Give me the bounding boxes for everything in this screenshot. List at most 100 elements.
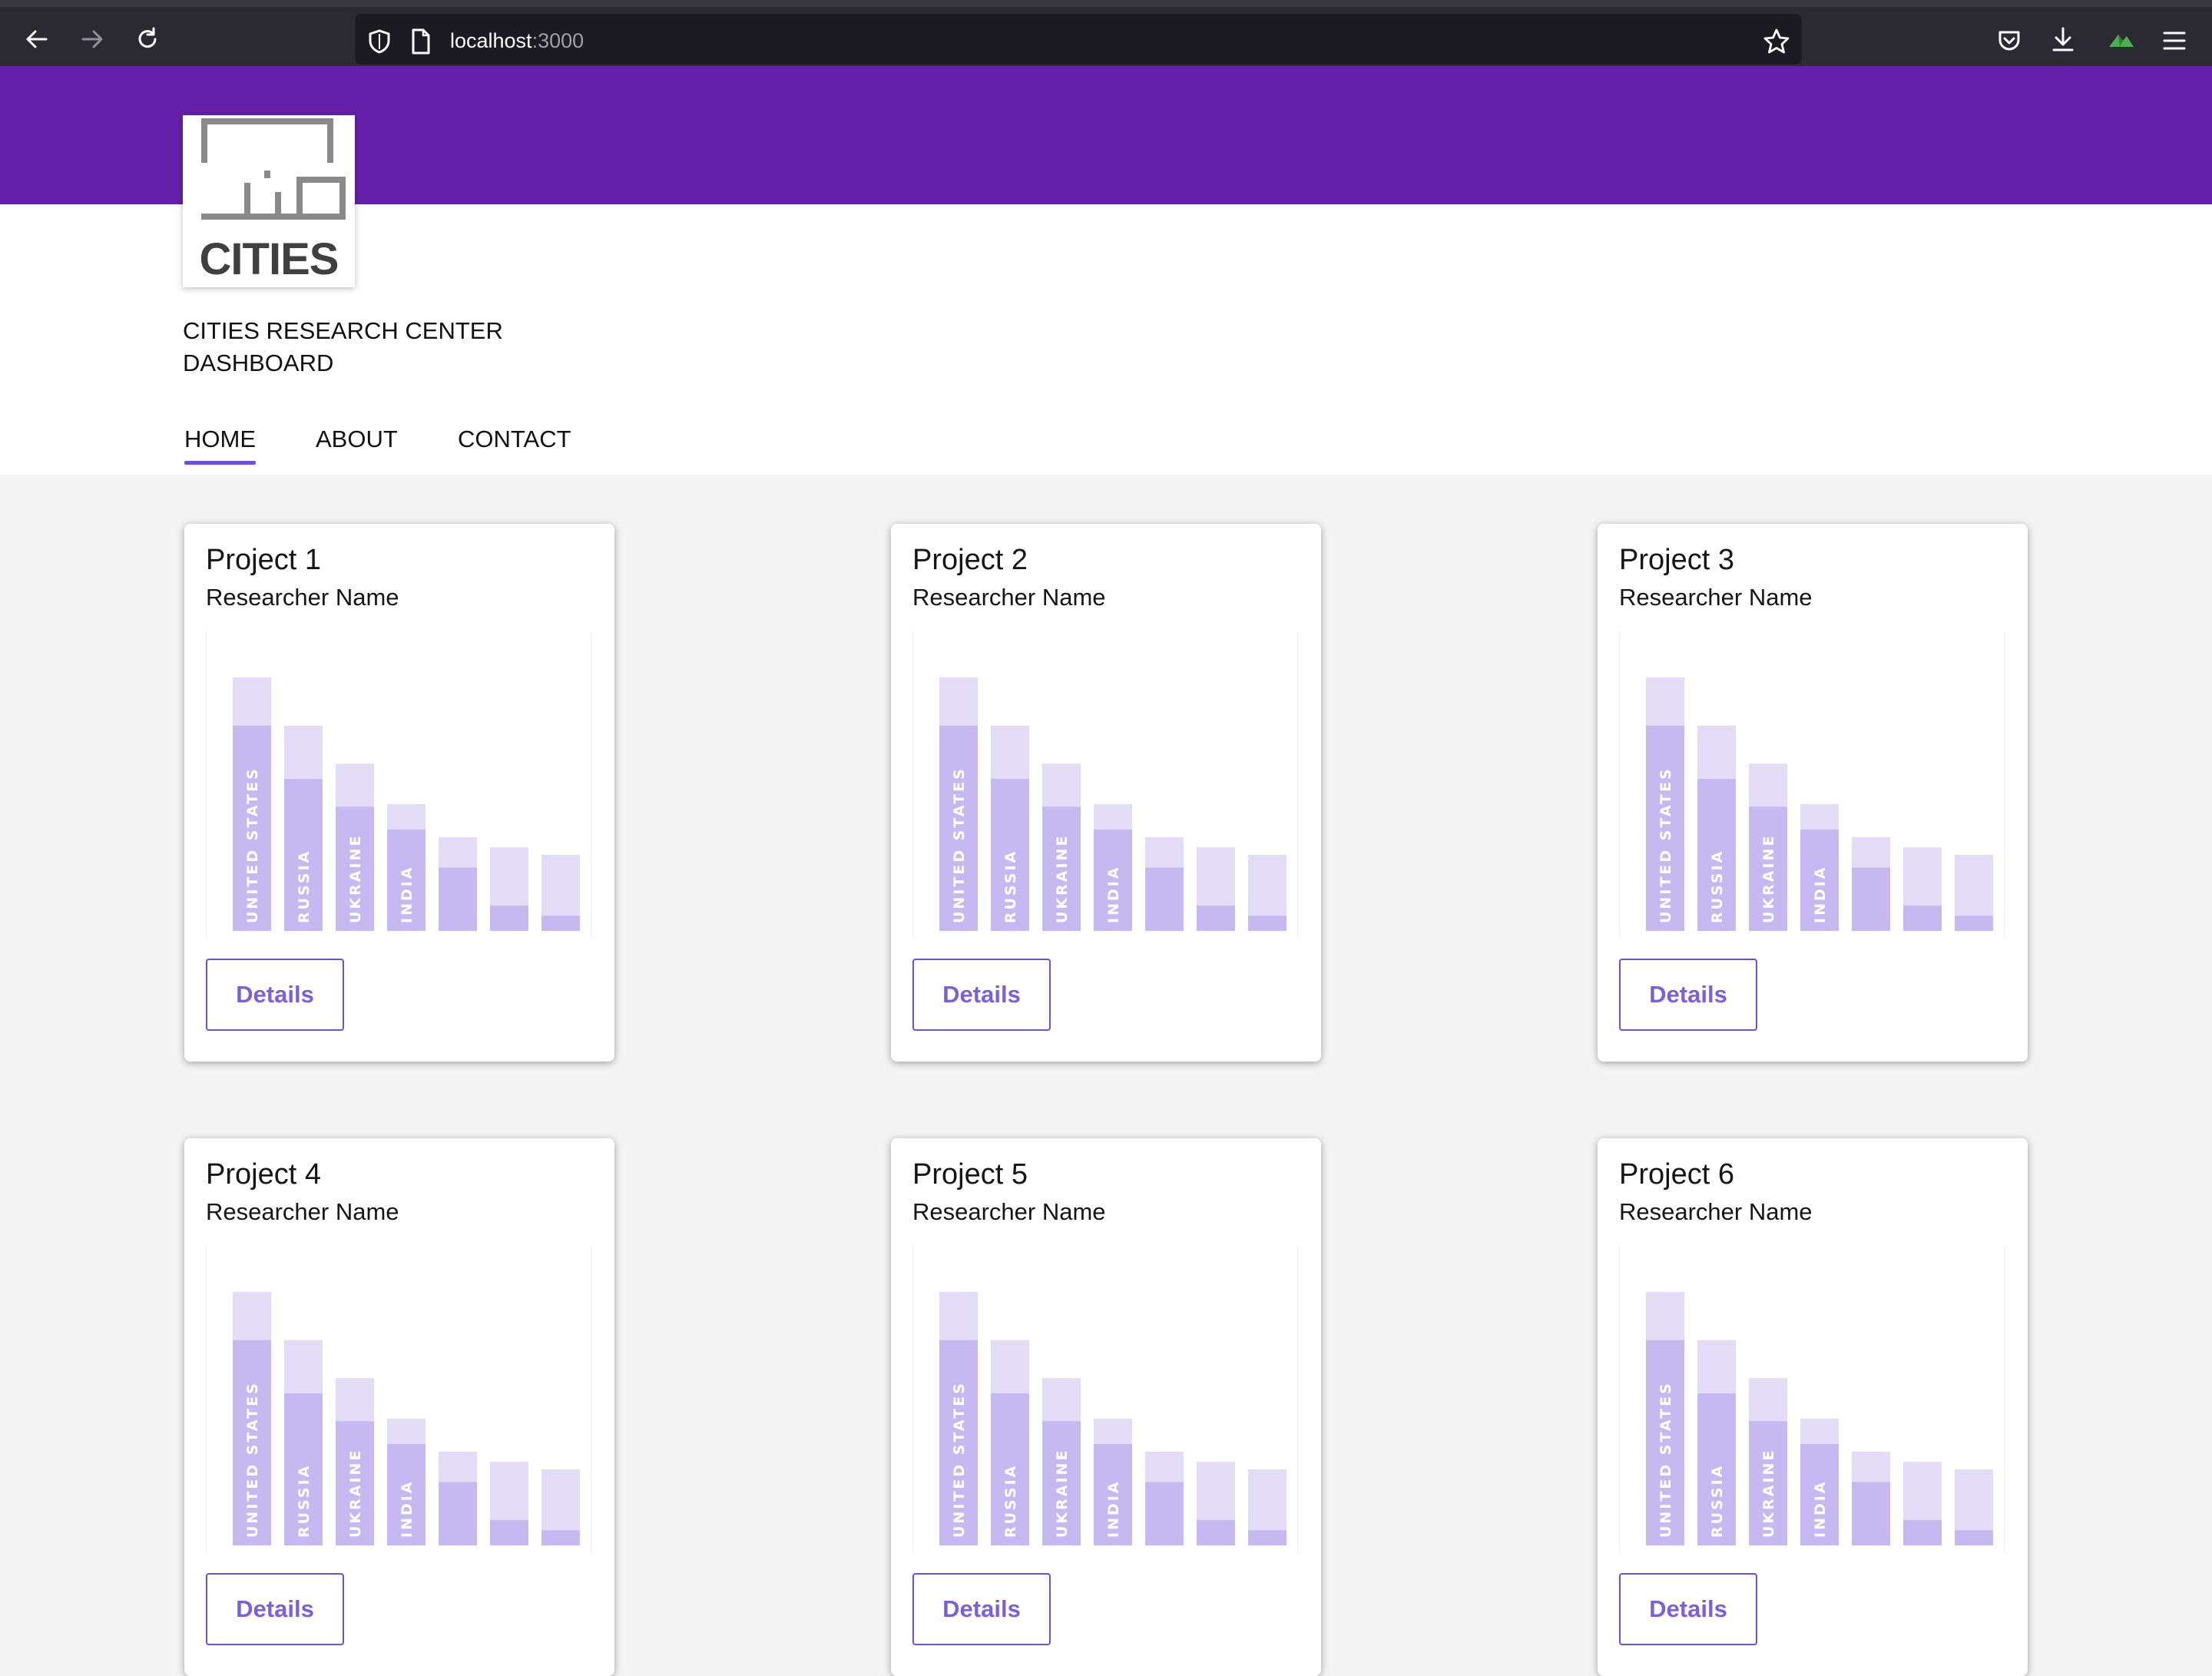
logo-mark	[201, 118, 346, 220]
researcher-name: Researcher Name	[1619, 584, 1813, 611]
bar-label: UKRAINE	[347, 1449, 364, 1538]
researcher-name: Researcher Name	[206, 584, 399, 611]
project-chart: UNITED STATES RUSSIA UKRAINE INDIA	[1619, 631, 2005, 939]
bar-value	[439, 867, 477, 931]
bar-label: UKRAINE	[1054, 834, 1071, 923]
site-title: CITIES RESEARCH CENTER DASHBOARD	[183, 315, 503, 379]
bar-label: INDIA	[399, 865, 416, 923]
bar-label: RUSSIA	[296, 850, 313, 923]
details-button[interactable]: Details	[912, 959, 1051, 1031]
bar-label: RUSSIA	[1002, 1464, 1019, 1538]
back-icon[interactable]	[23, 25, 51, 53]
project-card: Project 1 Researcher Name UNITED STATES RUS…	[184, 524, 614, 1062]
bar-label: UNITED STATES	[951, 1381, 968, 1538]
menu-icon[interactable]	[2161, 28, 2187, 53]
bar-label: RUSSIA	[1002, 850, 1019, 923]
site-title-line-1: CITIES RESEARCH CENTER	[183, 317, 503, 344]
bar-value	[490, 1520, 528, 1545]
bar-chart: UNITED STATES RUSSIA UKRAINE INDIA	[939, 677, 1286, 931]
download-icon[interactable]	[2049, 25, 2077, 55]
bookmark-star-icon[interactable]	[1762, 27, 1791, 56]
project-title: Project 4	[206, 1158, 321, 1191]
bar-value	[1955, 916, 1993, 931]
bar-label: UNITED STATES	[244, 767, 261, 923]
bar-value	[541, 1530, 580, 1545]
bar-label: INDIA	[399, 1479, 416, 1538]
bar-value	[541, 916, 580, 931]
project-chart: UNITED STATES RUSSIA UKRAINE INDIA	[1619, 1246, 2005, 1553]
logo-text: CITIES	[199, 234, 339, 284]
bar-chart: UNITED STATES RUSSIA UKRAINE INDIA	[1646, 677, 1993, 931]
details-button[interactable]: Details	[206, 1573, 344, 1645]
shield-icon[interactable]	[366, 28, 393, 55]
bar-value	[1852, 1482, 1890, 1545]
nav-about[interactable]: ABOUT	[316, 426, 398, 453]
site-title-line-2: DASHBOARD	[183, 349, 334, 376]
reload-icon[interactable]	[134, 25, 161, 53]
bar-value	[1903, 906, 1942, 931]
bar-label: UNITED STATES	[951, 767, 968, 923]
project-title: Project 3	[1619, 544, 1734, 576]
nav-contact[interactable]: CONTACT	[458, 426, 571, 453]
project-card: Project 4 Researcher Name UNITED STATES RUS…	[184, 1138, 614, 1676]
project-card: Project 3 Researcher Name UNITED STATES RUS…	[1598, 524, 2028, 1062]
bar-value	[490, 906, 528, 931]
bar-value	[1197, 1520, 1235, 1545]
bar-label: INDIA	[1812, 865, 1829, 923]
bar-value	[1248, 916, 1286, 931]
bar-value	[1955, 1530, 1993, 1545]
bar-label: UNITED STATES	[244, 1381, 261, 1538]
project-card: Project 2 Researcher Name UNITED STATES RUS…	[891, 524, 1321, 1062]
browser-toolbar: localhost:3000	[0, 0, 2212, 66]
bar-label: INDIA	[1105, 865, 1122, 923]
bar-label: UKRAINE	[1760, 834, 1777, 923]
bar-label: RUSSIA	[296, 1464, 313, 1538]
forward-icon[interactable]	[78, 25, 106, 53]
bar-label: UKRAINE	[347, 834, 364, 923]
researcher-name: Researcher Name	[206, 1198, 399, 1225]
bar-label: INDIA	[1105, 1479, 1122, 1538]
bar-chart: UNITED STATES RUSSIA UKRAINE INDIA	[233, 677, 580, 931]
project-title: Project 2	[912, 544, 1028, 576]
project-card: Project 5 Researcher Name UNITED STATES RUS…	[891, 1138, 1321, 1676]
project-title: Project 5	[912, 1158, 1028, 1191]
researcher-name: Researcher Name	[1619, 1198, 1813, 1225]
pocket-icon[interactable]	[1995, 27, 2023, 55]
bar-value	[1145, 1482, 1184, 1545]
bar-chart: UNITED STATES RUSSIA UKRAINE INDIA	[939, 1292, 1286, 1545]
project-card: Project 6 Researcher Name UNITED STATES RUS…	[1598, 1138, 2028, 1676]
cities-logo[interactable]: CITIES	[183, 115, 355, 287]
project-title: Project 6	[1619, 1158, 1734, 1191]
bar-value	[439, 1482, 477, 1545]
extension-icon[interactable]	[2106, 28, 2137, 51]
researcher-name: Researcher Name	[912, 1198, 1106, 1225]
bar-label: RUSSIA	[1709, 1464, 1726, 1538]
bar-label: UNITED STATES	[1657, 1381, 1674, 1538]
details-button[interactable]: Details	[1619, 1573, 1757, 1645]
details-button[interactable]: Details	[912, 1573, 1051, 1645]
bar-value	[1197, 906, 1235, 931]
project-chart: UNITED STATES RUSSIA UKRAINE INDIA	[912, 1246, 1298, 1553]
page-icon	[412, 28, 430, 55]
details-button[interactable]: Details	[1619, 959, 1757, 1031]
bar-label: INDIA	[1812, 1479, 1829, 1538]
nav-home[interactable]: HOME	[184, 426, 256, 465]
bar-value	[1145, 867, 1184, 931]
url-text: localhost:3000	[450, 27, 584, 55]
bar-chart: UNITED STATES RUSSIA UKRAINE INDIA	[233, 1292, 580, 1545]
url-port: :3000	[531, 29, 584, 52]
researcher-name: Researcher Name	[912, 584, 1106, 611]
project-chart: UNITED STATES RUSSIA UKRAINE INDIA	[912, 631, 1298, 939]
project-chart: UNITED STATES RUSSIA UKRAINE INDIA	[206, 631, 591, 939]
project-chart: UNITED STATES RUSSIA UKRAINE INDIA	[206, 1246, 591, 1553]
bar-label: UKRAINE	[1054, 1449, 1071, 1538]
project-title: Project 1	[206, 544, 321, 576]
bar-value	[1903, 1520, 1942, 1545]
details-button[interactable]: Details	[206, 959, 344, 1031]
bar-value	[1852, 867, 1890, 931]
bar-label: UNITED STATES	[1657, 767, 1674, 923]
bar-chart: UNITED STATES RUSSIA UKRAINE INDIA	[1646, 1292, 1993, 1545]
bar-value	[1248, 1530, 1286, 1545]
url-host: localhost	[450, 29, 532, 52]
bar-label: RUSSIA	[1709, 850, 1726, 923]
